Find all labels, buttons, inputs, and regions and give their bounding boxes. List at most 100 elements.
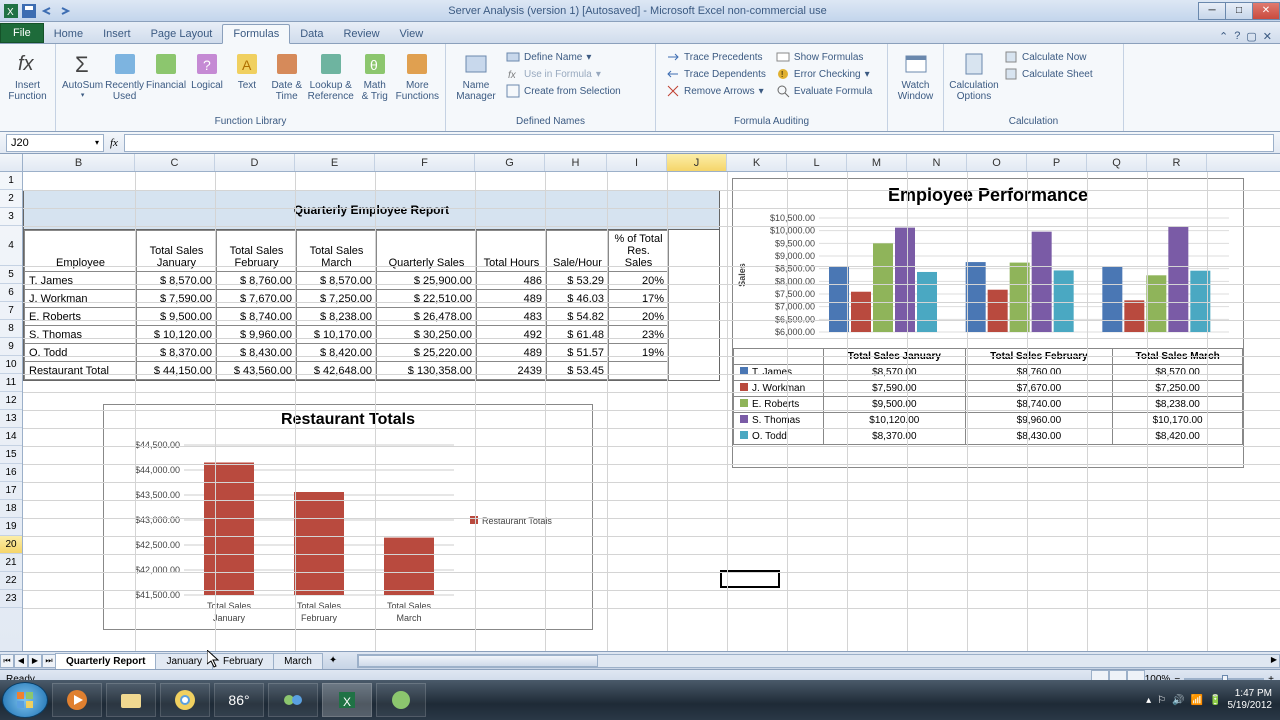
horizontal-scrollbar[interactable]: ◀▶ [357, 654, 1280, 668]
col-header-H[interactable]: H [545, 154, 607, 171]
col-header-C[interactable]: C [135, 154, 215, 171]
worksheet-grid[interactable]: 1234567891011121314151617181920212223 Qu… [0, 172, 1280, 651]
col-header-M[interactable]: M [847, 154, 907, 171]
row-header-11[interactable]: 11 [0, 374, 22, 392]
tab-review[interactable]: Review [333, 25, 389, 43]
col-header-L[interactable]: L [787, 154, 847, 171]
taskbar-weather[interactable]: 86° [214, 683, 264, 717]
financial-button[interactable]: Financial [146, 46, 186, 91]
maximize-button[interactable]: □ [1225, 2, 1253, 20]
taskbar-app1[interactable] [268, 683, 318, 717]
col-header-O[interactable]: O [967, 154, 1027, 171]
close-button[interactable]: ✕ [1252, 2, 1280, 20]
row-header-8[interactable]: 8 [0, 320, 22, 338]
row-header-22[interactable]: 22 [0, 572, 22, 590]
last-sheet-button[interactable]: ⏭ [42, 654, 56, 668]
error-checking-button[interactable]: !Error Checking ▾ [772, 66, 876, 82]
col-header-E[interactable]: E [295, 154, 375, 171]
row-header-12[interactable]: 12 [0, 392, 22, 410]
col-header-G[interactable]: G [475, 154, 545, 171]
fx-icon[interactable]: fx [110, 137, 118, 149]
col-header-R[interactable]: R [1147, 154, 1207, 171]
start-button[interactable] [2, 682, 48, 718]
use-in-formula-button[interactable]: fxUse in Formula ▾ [502, 66, 625, 82]
autosum-button[interactable]: ΣAutoSum▾ [62, 46, 103, 99]
col-header-K[interactable]: K [727, 154, 787, 171]
col-header-B[interactable]: B [23, 154, 135, 171]
file-tab[interactable]: File [0, 23, 44, 43]
select-all-corner[interactable] [0, 154, 23, 171]
tab-page-layout[interactable]: Page Layout [141, 25, 223, 43]
tray-network-icon[interactable]: 📶 [1191, 695, 1203, 706]
save-icon[interactable] [22, 4, 36, 18]
tab-view[interactable]: View [390, 25, 434, 43]
row-header-7[interactable]: 7 [0, 302, 22, 320]
tab-insert[interactable]: Insert [93, 25, 141, 43]
col-header-Q[interactable]: Q [1087, 154, 1147, 171]
undo-icon[interactable] [40, 4, 54, 18]
formula-bar[interactable] [124, 134, 1274, 152]
calculate-now-button[interactable]: Calculate Now [1000, 49, 1097, 65]
taskbar-app2[interactable] [376, 683, 426, 717]
clock[interactable]: 1:47 PM5/19/2012 [1228, 688, 1273, 712]
more-functions-button[interactable]: More Functions [396, 46, 439, 102]
tab-formulas[interactable]: Formulas [222, 24, 290, 44]
name-manager-button[interactable]: Name Manager [452, 46, 500, 102]
name-box[interactable]: J20▾ [6, 134, 104, 152]
minimize-ribbon-icon[interactable]: ⌃ [1219, 30, 1228, 43]
first-sheet-button[interactable]: ⏮ [0, 654, 14, 668]
new-sheet-button[interactable]: ✦ [329, 655, 337, 666]
calculate-sheet-button[interactable]: Calculate Sheet [1000, 66, 1097, 82]
window-close-icon[interactable]: ✕ [1263, 30, 1272, 43]
window-restore-icon[interactable]: ▢ [1246, 30, 1256, 43]
next-sheet-button[interactable]: ▶ [28, 654, 42, 668]
row-header-18[interactable]: 18 [0, 500, 22, 518]
row-header-17[interactable]: 17 [0, 482, 22, 500]
taskbar-media-player[interactable] [52, 683, 102, 717]
row-header-20[interactable]: 20 [0, 536, 22, 554]
lookup-button[interactable]: Lookup & Reference [308, 46, 354, 102]
row-header-19[interactable]: 19 [0, 518, 22, 536]
tray-battery-icon[interactable]: 🔋 [1209, 695, 1221, 706]
prev-sheet-button[interactable]: ◀ [14, 654, 28, 668]
row-header-23[interactable]: 23 [0, 590, 22, 608]
col-header-J[interactable]: J [667, 154, 727, 171]
sheet-tab-january[interactable]: January [155, 653, 213, 669]
row-header-3[interactable]: 3 [0, 208, 22, 226]
math-trig-button[interactable]: θMath & Trig [356, 46, 394, 102]
evaluate-formula-button[interactable]: Evaluate Formula [772, 83, 876, 99]
taskbar-explorer[interactable] [106, 683, 156, 717]
define-name-button[interactable]: Define Name ▾ [502, 49, 625, 65]
tab-home[interactable]: Home [44, 25, 93, 43]
col-header-F[interactable]: F [375, 154, 475, 171]
col-header-I[interactable]: I [607, 154, 667, 171]
minimize-button[interactable]: ─ [1198, 2, 1226, 20]
restaurant-totals-chart[interactable]: Restaurant Totals $44,500.00$44,000.00$4… [103, 404, 593, 630]
row-header-14[interactable]: 14 [0, 428, 22, 446]
calculation-options-button[interactable]: Calculation Options [950, 46, 998, 102]
col-header-D[interactable]: D [215, 154, 295, 171]
show-formulas-button[interactable]: Show Formulas [772, 49, 876, 65]
sheet-tab-quarterly-report[interactable]: Quarterly Report [55, 653, 156, 669]
text-button[interactable]: AText [228, 46, 266, 91]
row-header-4[interactable]: 4 [0, 226, 22, 266]
col-header-P[interactable]: P [1027, 154, 1087, 171]
recently-used-button[interactable]: Recently Used [105, 46, 144, 102]
col-header-N[interactable]: N [907, 154, 967, 171]
row-header-9[interactable]: 9 [0, 338, 22, 356]
row-header-2[interactable]: 2 [0, 190, 22, 208]
tray-volume-icon[interactable]: 🔊 [1172, 695, 1184, 706]
sheet-tab-february[interactable]: February [212, 653, 274, 669]
system-tray[interactable]: ▴ ⚐ 🔊 📶 🔋 1:47 PM5/19/2012 [1146, 688, 1280, 712]
tray-up-icon[interactable]: ▴ [1146, 695, 1151, 706]
help-icon[interactable]: ? [1234, 30, 1240, 43]
create-from-selection-button[interactable]: Create from Selection [502, 83, 625, 99]
logical-button[interactable]: ?Logical [188, 46, 226, 91]
taskbar-excel[interactable]: X [322, 683, 372, 717]
date-time-button[interactable]: Date & Time [268, 46, 306, 102]
sheet-tab-march[interactable]: March [273, 653, 323, 669]
row-header-16[interactable]: 16 [0, 464, 22, 482]
employee-performance-chart[interactable]: Employee Performance $10,500.00$10,000.0… [732, 178, 1244, 468]
row-header-5[interactable]: 5 [0, 266, 22, 284]
watch-window-button[interactable]: Watch Window [894, 46, 937, 102]
